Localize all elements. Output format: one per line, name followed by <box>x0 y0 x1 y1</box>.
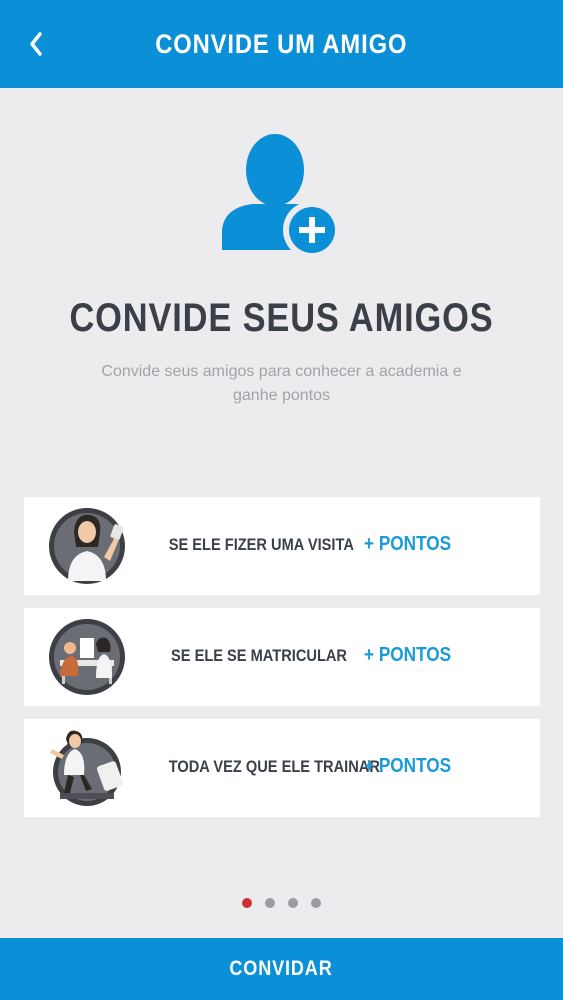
card-label: SE ELE SE MATRICULAR <box>170 646 347 665</box>
reward-card-visit: SE ELE FIZER UMA VISITA + PONTOS <box>24 497 540 595</box>
invite-button[interactable]: CONVIDAR <box>0 938 563 1000</box>
page-dot-1[interactable] <box>241 898 252 908</box>
reward-card-enroll: SE ELE SE MATRICULAR + PONTOS <box>24 608 540 706</box>
page-dot-2[interactable] <box>264 898 275 908</box>
hero-title: CONVIDE SEUS AMIGOS <box>69 296 494 340</box>
header-bar: CONVIDE UM AMIGO <box>0 0 563 88</box>
invite-button-label: CONVIDAR <box>229 957 334 980</box>
card-points: + PONTOS <box>364 644 452 666</box>
chevron-left-icon[interactable] <box>24 30 48 58</box>
visit-avatar-icon <box>49 508 125 584</box>
reward-card-train: TODA VEZ QUE ELE TRAINAR + PONTOS <box>24 719 540 817</box>
card-points: + PONTOS <box>364 755 452 777</box>
add-user-icon <box>222 134 341 259</box>
page-dot-4[interactable] <box>310 898 321 908</box>
page-title: CONVIDE UM AMIGO <box>155 28 408 59</box>
card-label: SE ELE FIZER UMA VISITA <box>168 535 354 554</box>
train-avatar-icon <box>50 730 123 806</box>
card-label: TODA VEZ QUE ELE TRAINAR <box>168 757 380 776</box>
page-indicator <box>0 898 563 912</box>
enroll-avatar-icon <box>49 619 125 695</box>
hero-subtitle: Convide seus amigos para conhecer a acad… <box>101 363 462 404</box>
page-dot-3[interactable] <box>287 898 298 908</box>
card-points: + PONTOS <box>364 533 452 555</box>
